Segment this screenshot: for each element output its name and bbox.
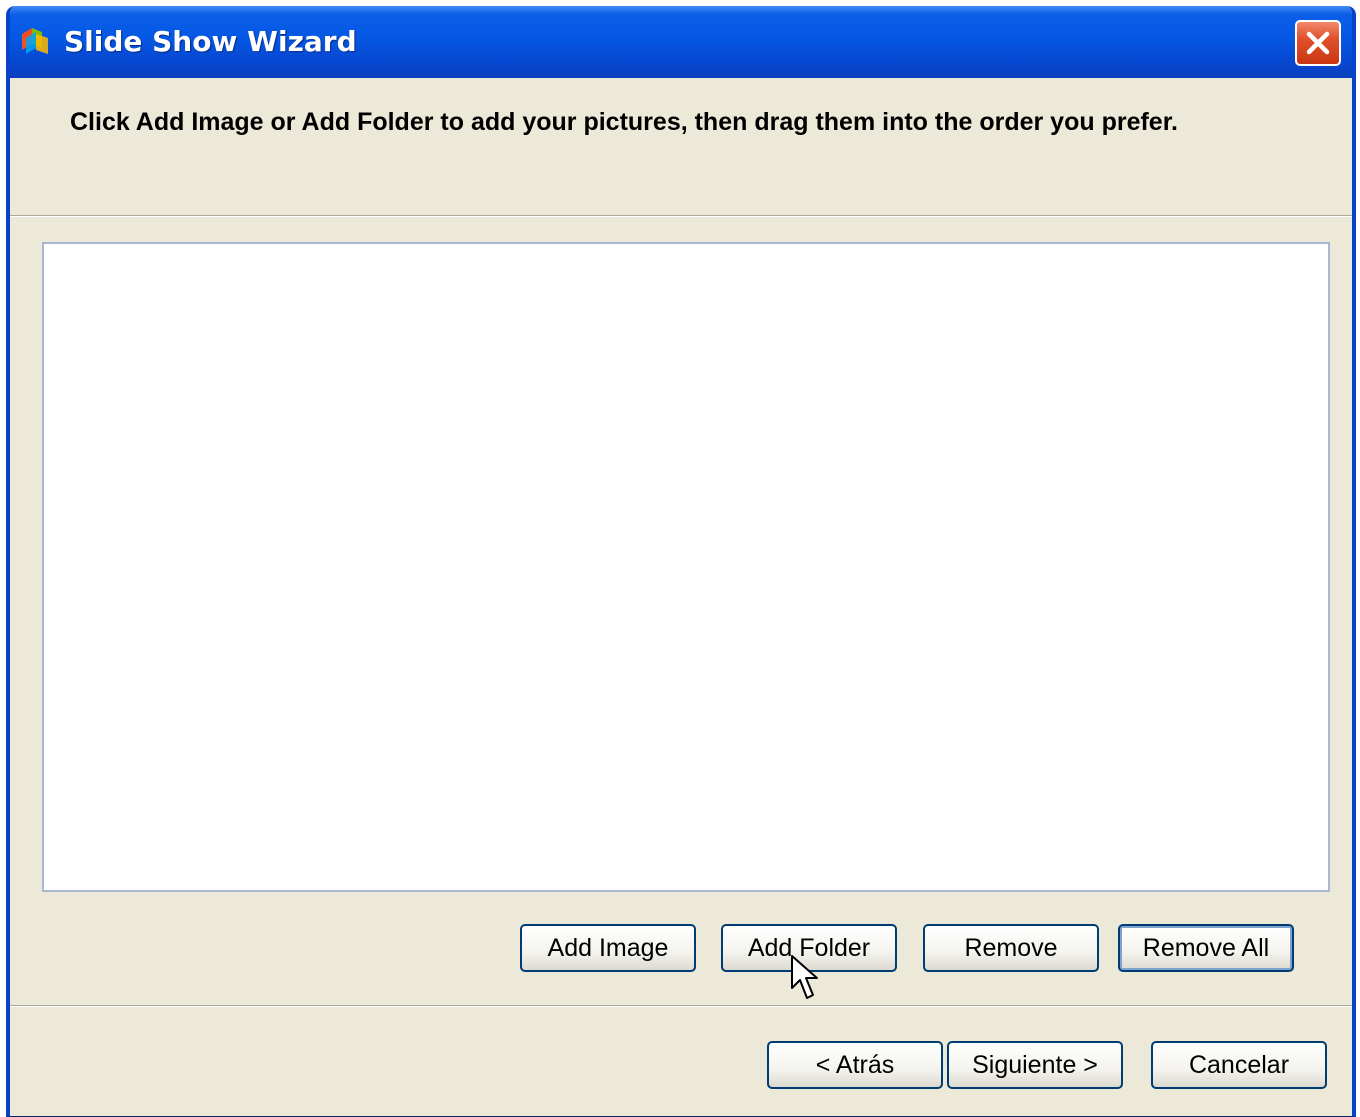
- remove-button[interactable]: Remove: [923, 924, 1099, 972]
- title-bar[interactable]: Slide Show Wizard: [10, 6, 1352, 78]
- cancel-button[interactable]: Cancelar: [1151, 1041, 1327, 1089]
- footer-divider: [10, 1005, 1352, 1007]
- mouse-pointer-icon: [791, 955, 818, 999]
- image-list[interactable]: [42, 242, 1330, 892]
- close-button[interactable]: [1295, 20, 1341, 66]
- remove-all-button[interactable]: Remove All: [1118, 924, 1294, 972]
- add-image-button[interactable]: Add Image: [520, 924, 696, 972]
- back-button[interactable]: < Atrás: [767, 1041, 943, 1089]
- wizard-header: Click Add Image or Add Folder to add you…: [10, 78, 1352, 216]
- header-divider: [10, 215, 1352, 217]
- close-icon: [1306, 31, 1330, 55]
- window-title: Slide Show Wizard: [64, 25, 357, 58]
- next-button[interactable]: Siguiente >: [947, 1041, 1123, 1089]
- instruction-text: Click Add Image or Add Folder to add you…: [70, 108, 1178, 136]
- slideshow-app-icon: [18, 24, 54, 58]
- slide-show-wizard-dialog: Slide Show Wizard Click Add Image or Add…: [6, 6, 1356, 1117]
